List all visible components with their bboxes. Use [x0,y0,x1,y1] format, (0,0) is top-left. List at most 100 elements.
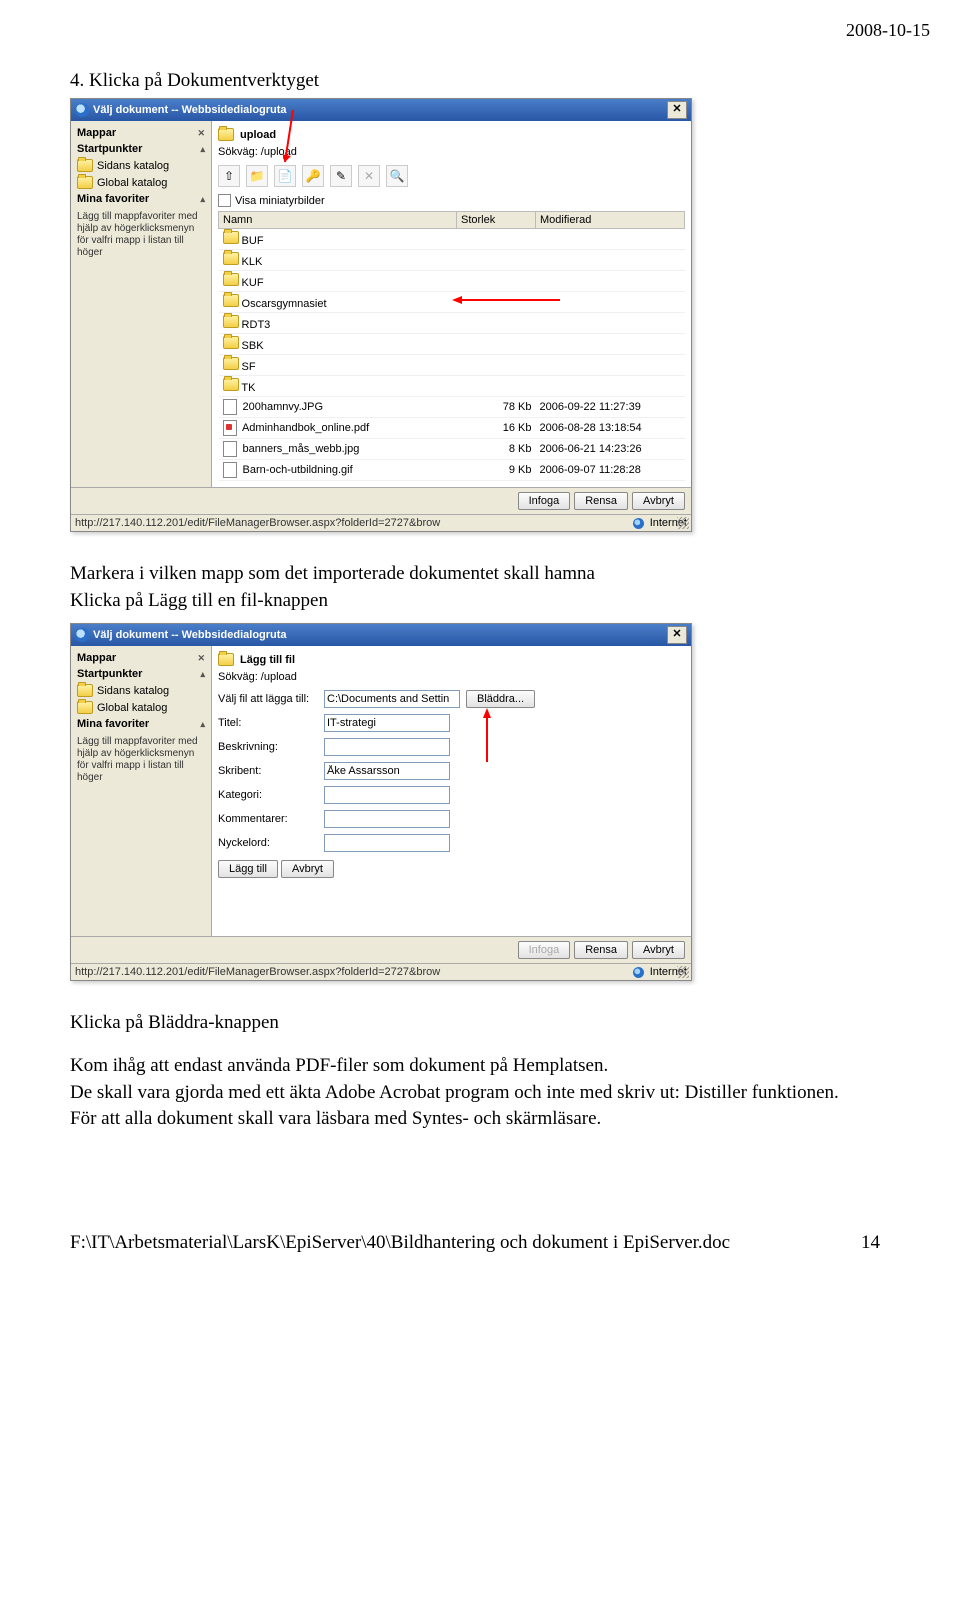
instruction-text-1: Markera i vilken mapp som det importerad… [70,562,900,587]
table-row[interactable]: SF [219,355,685,376]
comments-input[interactable] [324,810,450,828]
sidebar-item-page-catalog[interactable]: Sidans katalog [71,682,211,699]
folder-icon [218,128,234,141]
folder-icon [223,252,239,265]
file-path-input[interactable] [324,690,460,708]
resize-grip[interactable] [677,966,689,978]
sidebar-folders-header[interactable]: Mappar ✕ [71,650,211,666]
col-size[interactable]: Storlek [457,212,536,229]
status-url: http://217.140.112.201/edit/FileManagerB… [75,517,627,529]
red-arrow-icon [452,293,562,307]
table-row[interactable]: BUF [219,229,685,250]
folder-icon [77,701,93,714]
thumbnail-toggle-row: Visa miniatyrbilder [218,190,685,211]
thumbnail-checkbox[interactable] [218,194,231,207]
table-row[interactable]: Barn-och-utbildning.gif9 Kb2006-09-07 11… [219,460,685,481]
form-row-category: Kategori: [218,783,685,807]
clear-button[interactable]: Rensa [574,492,628,510]
folder-icon [77,176,93,189]
form-row-file: Välj fil att lägga till: Bläddra... [218,687,685,711]
table-row[interactable]: KUF [219,271,685,292]
new-folder-button[interactable]: 📁 [246,165,268,187]
file-dialog-1: Välj dokument -- Webbsidedialogruta ✕ Ma… [70,98,692,532]
add-file-button[interactable]: 📄 [274,165,296,187]
col-modified[interactable]: Modifierad [536,212,685,229]
sidebar-item-page-catalog[interactable]: Sidans katalog [71,157,211,174]
page-date: 2008-10-15 [846,20,930,41]
insert-button[interactable]: Infoga [518,492,571,510]
table-row[interactable]: banners_mås_webb.jpg8 Kb2006-06-21 14:23… [219,439,685,460]
red-arrow-icon [480,708,494,764]
up-folder-button[interactable]: ⇧ [218,165,240,187]
form-row-comments: Kommentarer: [218,807,685,831]
sidebar: Mappar ✕ Startpunkter ▴ Sidans katalog G… [71,121,212,487]
ie-icon [75,628,89,642]
sidebar-favorites-hint: Lägg till mappfavoriter med hjälp av hög… [71,207,211,263]
table-row[interactable]: 200hamnvy.JPG78 Kb2006-09-22 11:27:39 [219,397,685,418]
file-dialog-2: Välj dokument -- Webbsidedialogruta ✕ Ma… [70,623,692,981]
sidebar-folders-header[interactable]: Mappar ✕ [71,125,211,141]
instruction-text-5: De skall vara gjorda med ett äkta Adobe … [70,1081,900,1106]
sidebar-item-global-catalog[interactable]: Global katalog [71,174,211,191]
chevron-icon: ✕ [197,128,205,139]
cancel-form-button[interactable]: Avbryt [281,860,334,878]
chevron-up-icon: ▴ [200,194,205,205]
clear-button[interactable]: Rensa [574,941,628,959]
globe-icon [633,967,644,978]
edit-button[interactable]: ✎ [330,165,352,187]
form-row-keywords: Nyckelord: [218,831,685,855]
folder-icon [223,378,239,391]
close-button[interactable]: ✕ [667,626,687,644]
table-row[interactable]: TK [219,376,685,397]
chevron-up-icon: ▴ [200,719,205,730]
form-row-title: Titel: [218,711,685,735]
resize-grip[interactable] [677,517,689,529]
chevron-up-icon: ▴ [200,144,205,155]
dialog-title: Välj dokument -- Webbsidedialogruta [93,629,287,641]
cancel-button[interactable]: Avbryt [632,492,685,510]
chevron-icon: ✕ [197,653,205,664]
sidebar-item-global-catalog[interactable]: Global katalog [71,699,211,716]
table-row[interactable]: RDT3 [219,313,685,334]
footer: F:\IT\Arbetsmaterial\LarsK\EpiServer\40\… [70,1232,900,1254]
tool-button[interactable]: 🔑 [302,165,324,187]
table-row[interactable]: KLK [219,250,685,271]
add-button[interactable]: Lägg till [218,860,278,878]
statusbar: http://217.140.112.201/edit/FileManagerB… [71,514,691,531]
file-icon [223,420,237,436]
section-heading: 4. Klicka på Dokumentverktyget [70,70,900,92]
file-icon [223,462,237,478]
title-input[interactable] [324,714,450,732]
titlebar: Välj dokument -- Webbsidedialogruta ✕ [71,99,691,121]
sidebar-startpoints-header[interactable]: Startpunkter ▴ [71,666,211,682]
sidebar-favorites-header[interactable]: Mina favoriter ▴ [71,191,211,207]
folder-icon [218,653,234,666]
sidebar-startpoints-header[interactable]: Startpunkter ▴ [71,141,211,157]
keywords-input[interactable] [324,834,450,852]
cancel-button[interactable]: Avbryt [632,941,685,959]
col-name[interactable]: Namn [219,212,457,229]
titlebar: Välj dokument -- Webbsidedialogruta ✕ [71,624,691,646]
instruction-text-3: Klicka på Bläddra-knappen [70,1011,900,1036]
table-row[interactable]: SBK [219,334,685,355]
breadcrumb: Lägg till fil [218,650,685,669]
sidebar-favorites-header[interactable]: Mina favoriter ▴ [71,716,211,732]
browse-button[interactable]: Bläddra... [466,690,535,708]
footer-page-number: 14 [861,1232,880,1254]
dialog-title: Välj dokument -- Webbsidedialogruta [93,104,287,116]
statusbar: http://217.140.112.201/edit/FileManagerB… [71,963,691,980]
path-row: Sökväg: /upload [218,669,685,687]
close-button[interactable]: ✕ [667,101,687,119]
chevron-up-icon: ▴ [200,669,205,680]
delete-button[interactable]: ✕ [358,165,380,187]
author-input[interactable] [324,762,450,780]
insert-button[interactable]: Infoga [518,941,571,959]
folder-icon [77,159,93,172]
description-input[interactable] [324,738,450,756]
table-row[interactable]: Adminhandbok_online.pdf16 Kb2006-08-28 1… [219,418,685,439]
category-input[interactable] [324,786,450,804]
file-icon [223,441,237,457]
search-button[interactable]: 🔍 [386,165,408,187]
footer-path: F:\IT\Arbetsmaterial\LarsK\EpiServer\40\… [70,1232,730,1254]
folder-icon [223,336,239,349]
